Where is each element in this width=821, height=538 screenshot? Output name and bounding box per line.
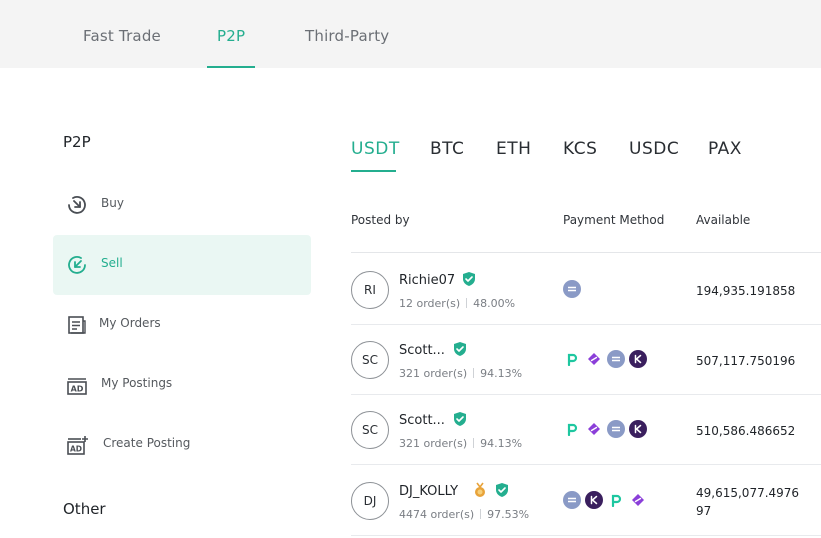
coin-tab-usdc[interactable]: USDC: [629, 139, 679, 159]
completion-rate: 94.13%: [480, 367, 523, 380]
top-tab-bar: Fast Trade P2P Third-Party: [0, 0, 821, 68]
completion-rate: 97.53%: [487, 508, 530, 521]
bank-transfer-icon: [607, 420, 625, 438]
tab-fast-trade[interactable]: Fast Trade: [83, 27, 161, 45]
payment-skrill-icon: [585, 350, 603, 368]
table-row[interactable]: SC Scott... 321 order(s) 94.13% 507,117.7…: [351, 325, 821, 395]
verified-shield-icon: [461, 271, 477, 287]
user-stats: 12 order(s) 48.00%: [399, 297, 515, 310]
tab-p2p[interactable]: P2P: [217, 27, 245, 45]
completion-rate: 48.00%: [473, 297, 516, 310]
sidebar-item-my-orders[interactable]: My Orders: [53, 295, 311, 355]
ad-postings-icon: AD: [65, 373, 89, 397]
active-tab-underline: [207, 66, 255, 68]
gold-medal-icon: [472, 482, 488, 498]
table-row[interactable]: RI Richie07 12 order(s) 48.00% 194,935.19…: [351, 255, 821, 325]
active-coin-underline: [351, 170, 396, 172]
avatar: SC: [351, 341, 389, 379]
payment-methods: [563, 419, 647, 439]
user-stats: 4474 order(s) 97.53%: [399, 508, 529, 521]
bank-transfer-icon: [607, 350, 625, 368]
sidebar-item-label: Buy: [101, 196, 124, 210]
user-name[interactable]: Scott...: [399, 343, 445, 358]
sidebar-item-label: My Orders: [99, 316, 161, 330]
coin-tab-kcs[interactable]: KCS: [563, 139, 597, 159]
user-name[interactable]: Richie07: [399, 273, 455, 288]
sidebar-item-sell[interactable]: Sell: [53, 235, 311, 295]
payment-k-icon: [585, 491, 603, 509]
buy-arrow-icon: [65, 193, 89, 217]
table-row[interactable]: DJ DJ_KOLLY 4474 order(s) 97.53% 49,615,0…: [351, 466, 821, 536]
coin-tab-usdt[interactable]: USDT: [351, 139, 400, 159]
avatar: DJ: [351, 482, 389, 520]
header-payment-method: Payment Method: [563, 213, 665, 227]
header-divider: [351, 252, 821, 253]
completion-rate: 94.13%: [480, 437, 523, 450]
order-count: 321 order(s): [399, 437, 468, 450]
payment-k-icon: [629, 420, 647, 438]
sidebar-item-label: Create Posting: [103, 436, 191, 450]
order-count: 12 order(s): [399, 297, 461, 310]
available-amount: 510,586.486652: [696, 424, 796, 438]
available-amount-line2: 97: [696, 504, 712, 518]
order-count: 321 order(s): [399, 367, 468, 380]
sidebar-item-buy[interactable]: Buy: [53, 175, 311, 235]
sidebar-item-create-posting[interactable]: AD Create Posting: [53, 415, 311, 475]
available-amount: 507,117.750196: [696, 354, 796, 368]
verified-shield-icon: [452, 341, 468, 357]
svg-text:AD: AD: [70, 445, 82, 454]
sidebar-item-my-postings[interactable]: AD My Postings: [53, 355, 311, 415]
orders-list-icon: [65, 313, 89, 337]
bank-transfer-icon: [563, 491, 581, 509]
available-amount: 49,615,077.4976 97: [696, 484, 799, 520]
avatar: RI: [351, 271, 389, 309]
verified-shield-icon: [494, 482, 510, 498]
payment-methods: [563, 279, 581, 299]
payment-p-icon: [563, 420, 581, 438]
payment-methods: [563, 349, 647, 369]
payment-p-icon: [563, 350, 581, 368]
user-stats: 321 order(s) 94.13%: [399, 367, 522, 380]
sidebar-other-heading: Other: [63, 500, 106, 518]
payment-k-icon: [629, 350, 647, 368]
coin-tab-pax[interactable]: PAX: [708, 139, 742, 159]
payment-skrill-icon: [585, 420, 603, 438]
header-available: Available: [696, 213, 751, 227]
payment-p-icon: [607, 491, 625, 509]
user-name[interactable]: DJ_KOLLY: [399, 484, 458, 499]
available-amount-line1: 49,615,077.4976: [696, 486, 800, 500]
sidebar-item-label: Sell: [101, 256, 123, 270]
sidebar-heading: P2P: [63, 133, 91, 151]
user-stats: 321 order(s) 94.13%: [399, 437, 522, 450]
bank-transfer-icon: [563, 280, 581, 298]
payment-methods: [563, 490, 647, 510]
available-amount: 194,935.191858: [696, 284, 796, 298]
user-name[interactable]: Scott...: [399, 413, 445, 428]
sell-arrow-icon: [65, 253, 89, 277]
coin-tab-eth[interactable]: ETH: [496, 139, 531, 159]
tab-third-party[interactable]: Third-Party: [305, 27, 389, 45]
ad-create-icon: AD: [65, 433, 89, 457]
header-posted-by: Posted by: [351, 213, 410, 227]
svg-text:AD: AD: [71, 385, 84, 394]
payment-skrill-icon: [629, 491, 647, 509]
order-count: 4474 order(s): [399, 508, 475, 521]
table-row[interactable]: SC Scott... 321 order(s) 94.13% 510,586.4…: [351, 395, 821, 465]
sidebar-item-label: My Postings: [101, 376, 173, 390]
avatar: SC: [351, 411, 389, 449]
verified-shield-icon: [452, 411, 468, 427]
coin-tab-btc[interactable]: BTC: [430, 139, 464, 159]
